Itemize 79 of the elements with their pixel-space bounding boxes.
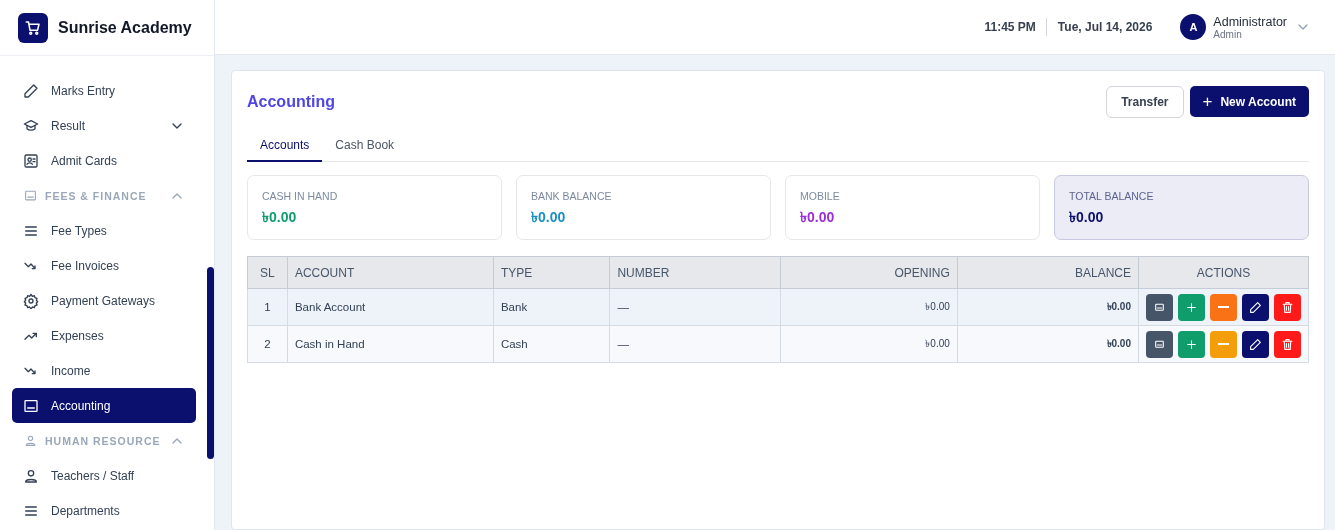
table-cell: ৳0.00 bbox=[957, 288, 1139, 326]
screen-icon bbox=[23, 397, 39, 414]
minus-icon bbox=[1218, 306, 1229, 308]
trash-icon bbox=[1281, 337, 1294, 351]
card-value: ৳0.00 bbox=[531, 208, 567, 227]
table-cell: Cash in Hand bbox=[287, 325, 494, 363]
pencil-action-button[interactable] bbox=[1242, 293, 1269, 321]
table-cell: 2 bbox=[247, 325, 288, 363]
table-cell: Bank Account bbox=[287, 288, 494, 326]
cart-icon bbox=[24, 18, 42, 37]
page-title: Accounting bbox=[247, 93, 335, 111]
table-row[interactable]: 2 Cash in Hand Cash — ৳0.00 ৳0.00 bbox=[247, 325, 1309, 363]
card-label: BANK BALANCE bbox=[531, 190, 613, 202]
plus-icon bbox=[1185, 337, 1198, 351]
sidebar-item[interactable]: Accounting bbox=[12, 388, 196, 423]
brand-name: Sunrise Academy bbox=[58, 18, 192, 37]
pencil-icon bbox=[1249, 337, 1262, 351]
card-value: ৳0.00 bbox=[1069, 208, 1105, 227]
gear-icon bbox=[23, 292, 39, 309]
sidebar-item[interactable]: Teachers / Staff bbox=[12, 458, 196, 493]
trash-icon bbox=[1281, 300, 1294, 314]
id-card-icon bbox=[23, 152, 39, 169]
column-header: TYPE bbox=[493, 256, 610, 289]
column-header: ACCOUNT bbox=[287, 256, 494, 289]
graduation-cap-icon bbox=[23, 117, 39, 134]
trash-action-button[interactable] bbox=[1274, 330, 1301, 358]
sidebar-item[interactable]: Result bbox=[12, 108, 196, 143]
minus-action-button[interactable] bbox=[1210, 293, 1237, 321]
table-cell: 1 bbox=[247, 288, 288, 326]
sidebar-item[interactable]: Admit Cards bbox=[12, 143, 196, 178]
person-icon bbox=[23, 467, 39, 484]
screen-icon bbox=[24, 189, 37, 202]
sidebar-item[interactable]: Marks Entry bbox=[12, 73, 196, 108]
table-cell: — bbox=[609, 325, 781, 363]
plus-action-button[interactable] bbox=[1178, 293, 1205, 321]
card-label: MOBILE bbox=[800, 190, 841, 202]
table-cell: ৳0.00 bbox=[780, 288, 958, 326]
new-account-button[interactable]: + New Account bbox=[1189, 86, 1309, 117]
table-row[interactable]: 1 Bank Account Bank — ৳0.00 ৳0.00 bbox=[247, 288, 1309, 326]
column-header: BALANCE bbox=[957, 256, 1139, 289]
table-cell: Bank bbox=[493, 288, 610, 326]
tab[interactable]: Cash Book bbox=[322, 130, 408, 162]
plus-action-button[interactable] bbox=[1178, 330, 1205, 358]
pencil-icon bbox=[1249, 300, 1262, 314]
sidebar-item[interactable]: Fee Types bbox=[12, 213, 196, 248]
pencil-action-button[interactable] bbox=[1242, 330, 1269, 358]
card-value: ৳0.00 bbox=[800, 208, 836, 227]
card-value: ৳0.00 bbox=[262, 208, 298, 227]
column-header: ACTIONS bbox=[1138, 256, 1309, 289]
user-avatar[interactable]: A bbox=[1180, 14, 1207, 40]
ledger-action-button[interactable] bbox=[1146, 330, 1173, 358]
user-role: Admin bbox=[1213, 28, 1243, 40]
column-header: SL bbox=[247, 256, 288, 289]
column-header: NUMBER bbox=[609, 256, 781, 289]
trash-action-button[interactable] bbox=[1274, 293, 1301, 321]
sidebar-item[interactable]: Payment Gateways bbox=[12, 283, 196, 318]
clock-time: 11:45 PM bbox=[984, 18, 1047, 36]
ledger-action-button[interactable] bbox=[1146, 293, 1173, 321]
table-cell: Cash bbox=[493, 325, 610, 363]
transfer-button[interactable]: Transfer bbox=[1106, 86, 1184, 118]
column-header: OPENING bbox=[780, 256, 958, 289]
sidebar-item[interactable]: Departments bbox=[12, 493, 196, 528]
date: Tue, Jul 14, 2026 bbox=[1056, 20, 1153, 34]
card-label: CASH IN HAND bbox=[262, 190, 339, 202]
tab[interactable]: Accounts bbox=[247, 130, 323, 162]
table-cell: — bbox=[609, 288, 781, 326]
sidebar-item[interactable]: Fee Invoices bbox=[12, 248, 196, 283]
user-name: Administrator bbox=[1213, 14, 1287, 29]
pencil-icon bbox=[23, 82, 39, 99]
sidebar-item[interactable]: Expenses bbox=[12, 318, 196, 353]
table-cell: ৳0.00 bbox=[780, 325, 958, 363]
sidebar-item[interactable]: Income bbox=[12, 353, 196, 388]
person-icon bbox=[24, 434, 37, 447]
card-label: TOTAL BALANCE bbox=[1069, 190, 1155, 202]
table-cell: ৳0.00 bbox=[957, 325, 1139, 363]
minus-action-button[interactable] bbox=[1210, 330, 1237, 358]
plus-icon bbox=[1185, 300, 1198, 314]
minus-icon bbox=[1218, 343, 1229, 345]
scrollbar-thumb[interactable] bbox=[207, 267, 214, 459]
